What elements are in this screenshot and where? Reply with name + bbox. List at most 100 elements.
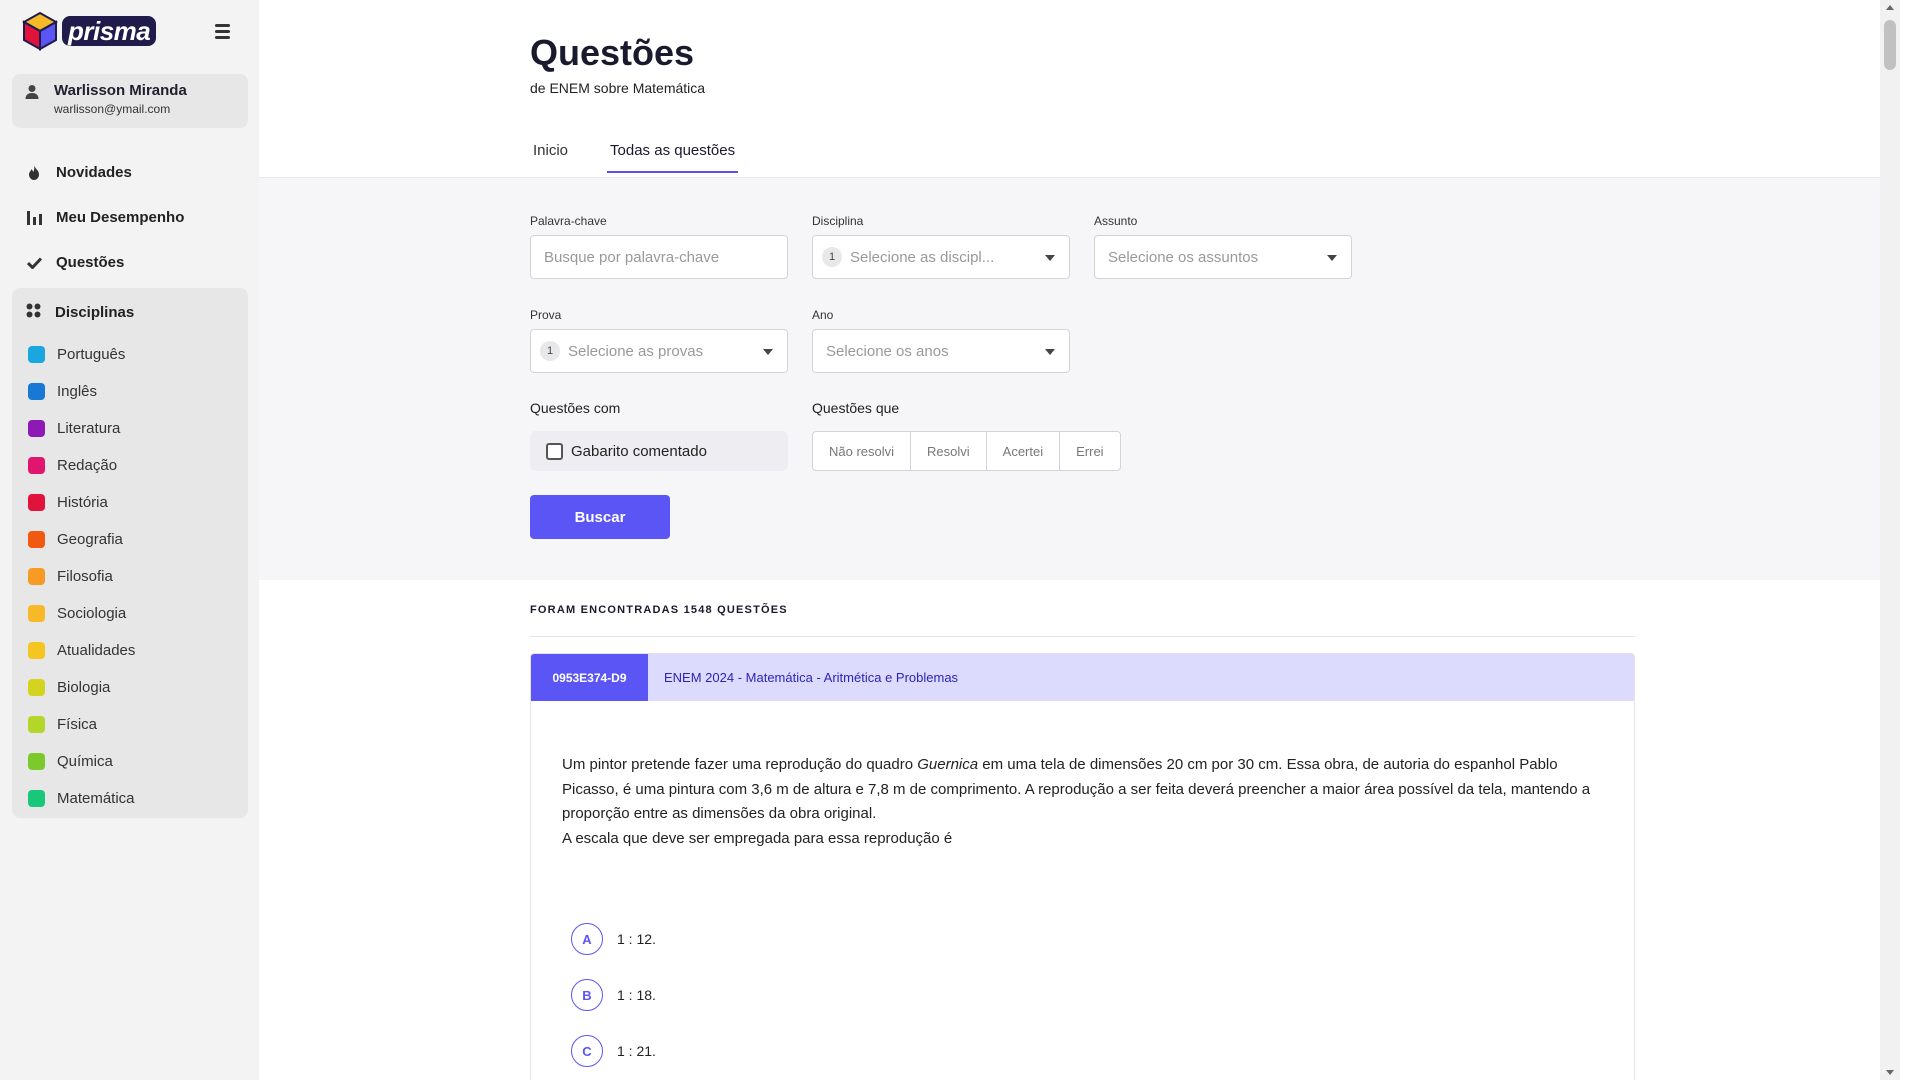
user-card[interactable]: Warlisson Miranda warlisson@ymail.com [12, 74, 248, 128]
sidebar: prisma Warlisson Miranda warlisson@ymail… [0, 0, 259, 1080]
ano-select[interactable]: Selecione os anos [812, 329, 1070, 373]
nav-item-meu-desempenho[interactable]: Meu Desempenho [12, 195, 248, 240]
option-text: 1 : 12. [617, 931, 656, 947]
sidebar-item-disciplina[interactable]: História [12, 484, 248, 521]
color-swatch [28, 494, 45, 511]
option-letter: B [571, 979, 603, 1011]
gabarito-comentado-checkbox[interactable]: Gabarito comentado [530, 431, 788, 471]
question-source: ENEM 2024 - Matemática - Aritmética e Pr… [664, 670, 959, 685]
question-id-badge[interactable]: 0953E374-D9 [531, 654, 648, 701]
cube-logo-icon [22, 11, 58, 51]
disciplina-label: Atualidades [57, 642, 136, 659]
prova-label: Prova [530, 308, 562, 322]
color-swatch [28, 790, 45, 807]
divider [530, 636, 1635, 637]
prova-select[interactable]: 1 Selecione as provas [530, 329, 788, 373]
color-swatch [28, 568, 45, 585]
user-email: warlisson@ymail.com [54, 102, 171, 116]
filter-acertei[interactable]: Acertei [987, 432, 1061, 470]
nav-item-novidades[interactable]: Novidades [12, 150, 248, 195]
option-c[interactable]: C 1 : 21. [571, 1023, 656, 1079]
disciplinas-panel: Disciplinas Português Inglês Literatura Red… [12, 288, 248, 818]
filter-nao-resolvi[interactable]: Não resolvi [813, 432, 912, 470]
page-scrollbar[interactable] [1880, 0, 1900, 1080]
buscar-button[interactable]: Buscar [530, 495, 670, 539]
option-b[interactable]: B 1 : 18. [571, 967, 656, 1023]
assunto-label: Assunto [1094, 214, 1138, 228]
scroll-up-arrow-icon[interactable] [1886, 5, 1894, 10]
tab-todas-as-questoes[interactable]: Todas as questões [607, 142, 739, 173]
disciplina-label: História [57, 494, 108, 511]
scroll-down-arrow-icon[interactable] [1886, 1070, 1894, 1075]
sidebar-item-disciplina[interactable]: Física [12, 706, 248, 743]
sidebar-item-disciplina[interactable]: Inglês [12, 373, 248, 410]
sidebar-item-disciplina[interactable]: Biologia [12, 669, 248, 706]
results-section: FORAM ENCONTRADAS 1548 QUESTÕES 0953E374… [259, 580, 1900, 1080]
app-logo[interactable]: prisma [22, 11, 157, 51]
results-count: FORAM ENCONTRADAS 1548 QUESTÕES [530, 604, 788, 616]
page-subtitle: de ENEM sobre Matemática [530, 80, 706, 96]
sidebar-item-disciplina[interactable]: Atualidades [12, 632, 248, 669]
scroll-thumb[interactable] [1884, 20, 1896, 70]
user-icon [25, 85, 39, 99]
option-a[interactable]: A 1 : 12. [571, 911, 656, 967]
tabs: Inicio Todas as questões [530, 142, 739, 173]
disciplina-count-badge: 1 [822, 247, 842, 267]
disciplina-label: Física [57, 716, 98, 733]
question-card: 0953E374-D9 ENEM 2024 - Matemática - Ari… [530, 653, 1635, 1080]
sidebar-item-disciplina[interactable]: Sociologia [12, 595, 248, 632]
color-swatch [28, 679, 45, 696]
questoes-que-segmented: Não resolvi Resolvi Acertei Errei [812, 431, 1121, 471]
filter-resolvi[interactable]: Resolvi [911, 432, 987, 470]
disciplina-label: Filosofia [57, 568, 113, 585]
questoes-que-label: Questões que [812, 400, 900, 416]
question-prompt: A escala que deve ser empregada para ess… [562, 829, 953, 847]
disciplina-select[interactable]: 1 Selecione as discipl... [812, 235, 1070, 279]
page-title: Questões [530, 32, 695, 73]
option-text: 1 : 21. [617, 1043, 656, 1059]
disciplinas-title: Disciplinas [55, 303, 135, 321]
main-content: Questões de ENEM sobre Matemática Inicio… [259, 0, 1900, 1080]
option-letter: A [571, 923, 603, 955]
keyword-field[interactable] [530, 235, 788, 279]
sidebar-item-disciplina[interactable]: Química [12, 743, 248, 780]
sidebar-item-disciplina[interactable]: Redação [12, 447, 248, 484]
hamburger-icon[interactable] [215, 20, 237, 42]
page-header: Questões de ENEM sobre Matemática Inicio… [259, 0, 1900, 178]
color-swatch [28, 531, 45, 548]
sidebar-item-disciplina[interactable]: Filosofia [12, 558, 248, 595]
caret-down-icon [1045, 349, 1055, 355]
nav-label: Meu Desempenho [56, 209, 185, 226]
sidebar-item-disciplina[interactable]: Matemática [12, 780, 248, 817]
nav-label: Questões [56, 254, 125, 271]
checkbox-icon[interactable] [546, 442, 563, 460]
ano-placeholder: Selecione os anos [826, 342, 949, 360]
fire-icon [26, 165, 42, 181]
nav-label: Novidades [56, 164, 132, 181]
check-icon [26, 255, 42, 271]
disciplina-label: Redação [57, 457, 118, 474]
logo-text: prisma [62, 16, 157, 46]
assunto-select[interactable]: Selecione os assuntos [1094, 235, 1352, 279]
disciplina-label: Geografia [57, 531, 123, 548]
assunto-placeholder: Selecione os assuntos [1108, 248, 1259, 266]
sidebar-item-disciplina[interactable]: Português [12, 336, 248, 373]
disciplina-label: Literatura [57, 420, 121, 437]
filter-errei[interactable]: Errei [1060, 432, 1119, 470]
nav-item-questoes[interactable]: Questões [12, 240, 248, 285]
color-swatch [28, 457, 45, 474]
keyword-input[interactable] [544, 248, 787, 266]
disciplinas-header[interactable]: Disciplinas [12, 292, 248, 332]
color-swatch [28, 753, 45, 770]
disciplina-placeholder: Selecione as discipl... [850, 248, 995, 266]
prova-placeholder: Selecione as provas [568, 342, 704, 360]
disciplina-label: Química [57, 753, 113, 770]
caret-down-icon [1045, 255, 1055, 261]
user-name: Warlisson Miranda [54, 82, 187, 99]
color-swatch [28, 642, 45, 659]
logo-row: prisma [22, 10, 247, 52]
option-letter: C [571, 1035, 603, 1067]
sidebar-item-disciplina[interactable]: Geografia [12, 521, 248, 558]
tab-inicio[interactable]: Inicio [530, 142, 571, 173]
sidebar-item-disciplina[interactable]: Literatura [12, 410, 248, 447]
